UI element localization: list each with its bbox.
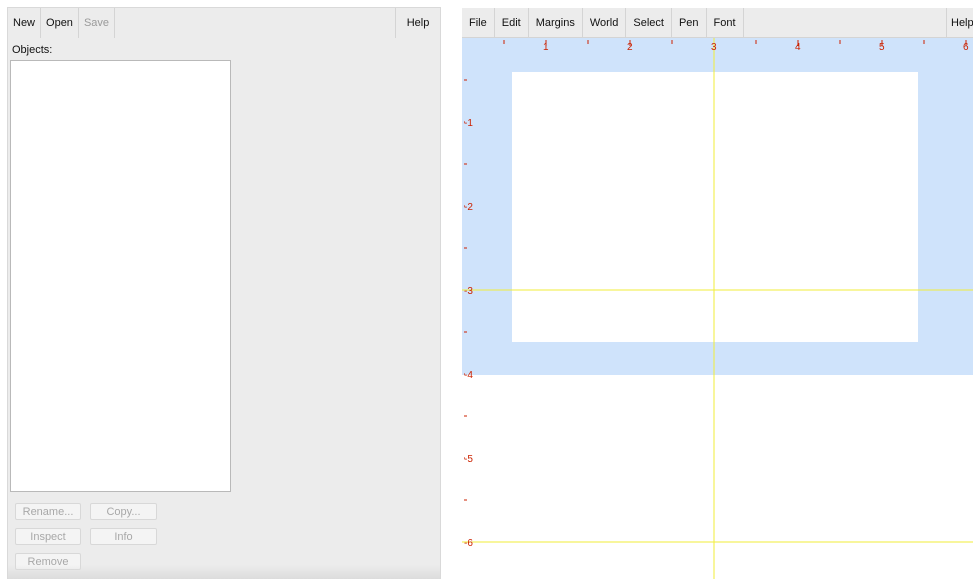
- rename-button[interactable]: Rename...: [15, 503, 81, 520]
- help-button[interactable]: Help: [395, 8, 440, 38]
- objects-menubar: New Open Save Help: [8, 8, 440, 38]
- picture-menubar: File Edit Margins World Select Pen Font …: [462, 8, 973, 38]
- edit-menu[interactable]: Edit: [494, 8, 529, 37]
- left-ruler-label: -5: [464, 454, 473, 465]
- inspect-button[interactable]: Inspect: [15, 528, 81, 545]
- left-ruler-label: -1: [464, 118, 473, 129]
- drawing-canvas[interactable]: 1 2 3 4 5 6 -1 -2 -3 -4 -5 -6: [462, 38, 973, 579]
- select-menu[interactable]: Select: [626, 8, 672, 37]
- top-ruler-label: 1: [543, 42, 549, 53]
- open-button[interactable]: Open: [41, 8, 79, 38]
- new-button[interactable]: New: [8, 8, 42, 38]
- copy-button[interactable]: Copy...: [90, 503, 157, 520]
- top-ruler-label: 3: [711, 42, 717, 53]
- viewport-area: [512, 72, 918, 342]
- file-menu[interactable]: File: [462, 8, 495, 37]
- top-ruler-label: 2: [627, 42, 633, 53]
- top-ruler-label: 4: [795, 42, 801, 53]
- info-button[interactable]: Info: [90, 528, 157, 545]
- world-menu[interactable]: World: [582, 8, 627, 37]
- font-menu[interactable]: Font: [706, 8, 744, 37]
- top-ruler-label: 5: [879, 42, 885, 53]
- left-ruler-label: -2: [464, 202, 473, 213]
- objects-label: Objects:: [12, 44, 53, 56]
- pen-menu[interactable]: Pen: [671, 8, 707, 37]
- picture-window: File Edit Margins World Select Pen Font …: [462, 8, 973, 579]
- left-ruler-label: -3: [464, 286, 473, 297]
- margins-menu[interactable]: Margins: [528, 8, 583, 37]
- objects-list[interactable]: [10, 60, 231, 492]
- objects-window: New Open Save Help Objects: Rename... Co…: [8, 8, 440, 579]
- help-menu[interactable]: Help: [946, 8, 973, 37]
- save-button[interactable]: Save: [78, 8, 116, 38]
- left-ruler-label: -6: [464, 538, 473, 549]
- left-ruler-label: -4: [464, 370, 473, 381]
- window-bottom-edge: [8, 565, 440, 579]
- top-ruler-label: 6: [963, 42, 969, 53]
